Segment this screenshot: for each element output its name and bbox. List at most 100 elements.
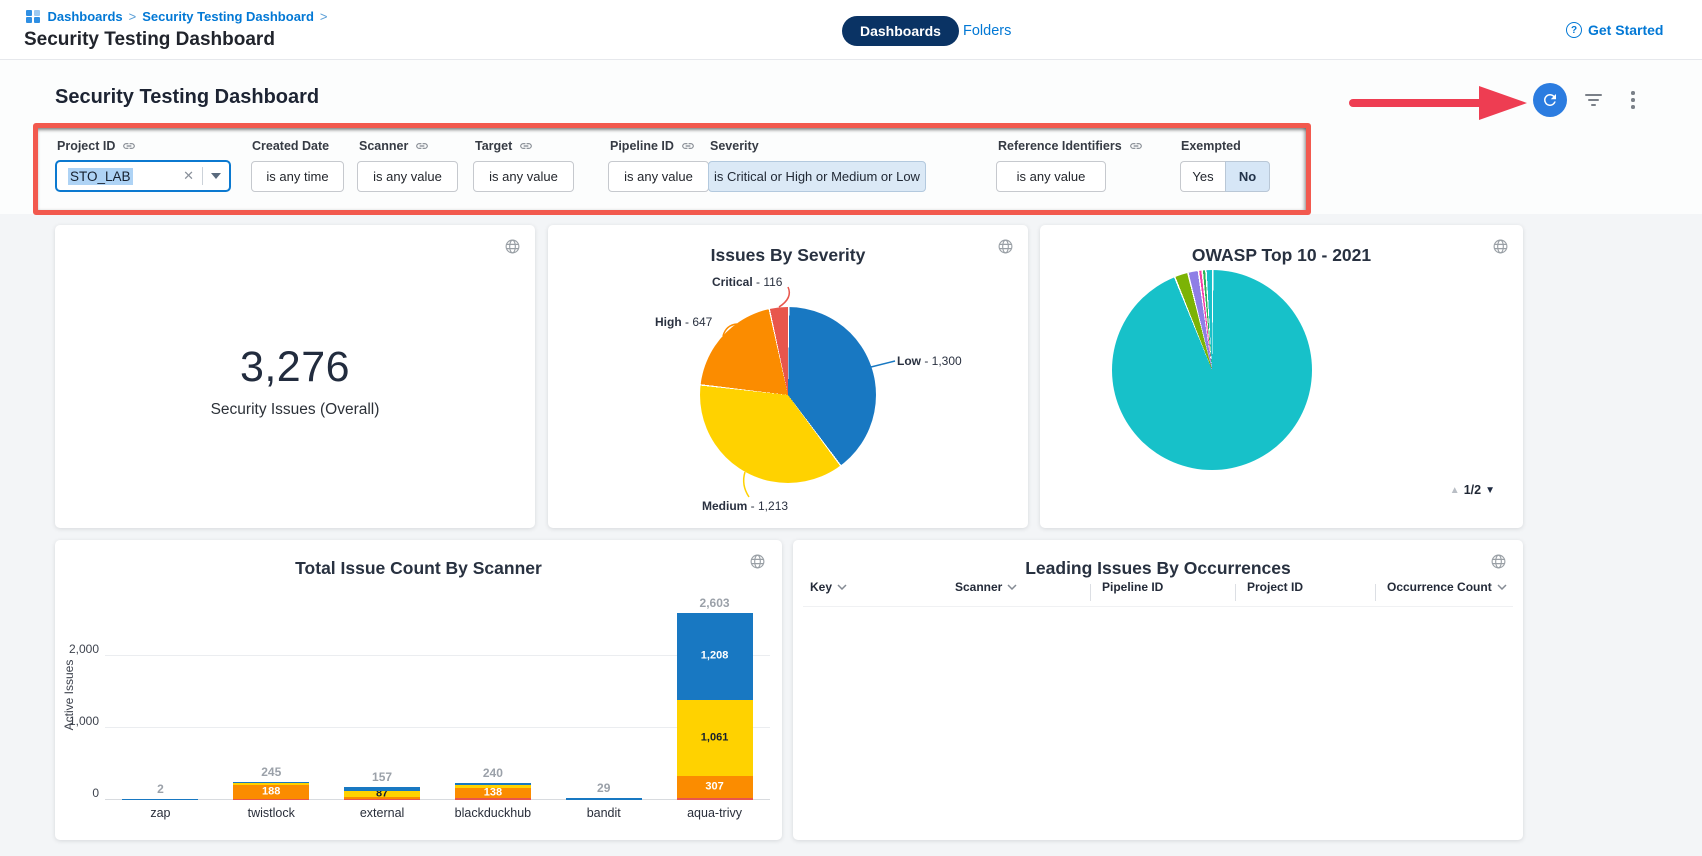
column-label: Pipeline ID: [1102, 580, 1163, 594]
bar-stack: 307 1,0611,208: [677, 613, 753, 800]
scanner-filter[interactable]: is any value: [357, 161, 458, 192]
y-tick: 2,000: [55, 642, 99, 656]
legend-pager: ▲ 1/2 ▼: [1450, 483, 1495, 497]
page-indicator: 1/2: [1464, 483, 1481, 497]
filter-label-text: Pipeline ID: [610, 139, 674, 153]
x-label: external: [327, 806, 438, 820]
bar-plot-area: 224518815787240138292,6033071,0611,208: [105, 588, 770, 800]
tab-folders[interactable]: Folders: [963, 23, 1011, 39]
filter-label-text: Scanner: [359, 139, 408, 153]
tile-title: Issues By Severity: [548, 245, 1028, 266]
bar-column-blackduckhub[interactable]: 240138: [437, 588, 548, 800]
exempted-toggle: Yes No: [1180, 161, 1270, 192]
column-label: Key: [810, 580, 832, 594]
column-label: Occurrence Count: [1387, 580, 1492, 594]
bar-column-external[interactable]: 157 87: [327, 588, 438, 800]
bar-column-aqua-trivy[interactable]: 2,603 307 1,0611,208: [659, 588, 770, 800]
filter-label-pipeline-id: Pipeline ID: [610, 139, 695, 153]
bar-segment-low[interactable]: [233, 782, 309, 783]
bar-segment-low[interactable]: [122, 799, 198, 800]
reference-identifiers-filter[interactable]: is any value: [996, 161, 1106, 192]
bar-segment-medium[interactable]: [233, 783, 309, 785]
bar-column-zap[interactable]: 2: [105, 588, 216, 800]
breadcrumb-dashboards-link[interactable]: Dashboards: [48, 9, 123, 24]
column-separator: [1235, 584, 1236, 601]
filter-label-exempted: Exempted: [1181, 139, 1241, 153]
target-filter[interactable]: is any value: [473, 161, 574, 192]
x-label: zap: [105, 806, 216, 820]
tile-leading-issues-by-occurrences: Leading Issues By Occurrences Key Scanne…: [793, 540, 1523, 840]
pipeline-id-filter[interactable]: is any value: [608, 161, 709, 192]
bar-segment-value: 307: [705, 782, 723, 793]
link-icon: [122, 139, 136, 153]
bar-column-bandit[interactable]: 29: [548, 588, 659, 800]
x-label: twistlock: [216, 806, 327, 820]
bar-segment-low[interactable]: [566, 798, 642, 800]
bar-column-twistlock[interactable]: 245188: [216, 588, 327, 800]
bar-total-label: 2,603: [700, 596, 730, 610]
tab-dashboards[interactable]: Dashboards: [842, 16, 959, 46]
sort-chevron-down-icon: [837, 584, 847, 590]
refresh-button[interactable]: [1533, 83, 1567, 117]
bar-segment-medium[interactable]: 1,061: [677, 700, 753, 776]
bar-segment-critical[interactable]: [677, 798, 753, 800]
filter-label-text: Created Date: [252, 139, 329, 153]
column-header-scanner[interactable]: Scanner: [955, 580, 1017, 594]
tile-owasp-top-10: OWASP Top 10 - 2021 ▲ 1/2 ▼: [1040, 225, 1523, 528]
link-icon: [519, 139, 533, 153]
filter-label-text: Target: [475, 139, 512, 153]
exempted-no-button[interactable]: No: [1225, 161, 1270, 192]
bar-total-label: 245: [261, 765, 281, 779]
tile-title: OWASP Top 10 - 2021: [1040, 245, 1523, 266]
overall-issues-caption: Security Issues (Overall): [55, 401, 535, 419]
project-id-value: STO_LAB: [68, 168, 133, 185]
x-label: blackduckhub: [437, 806, 548, 820]
explore-globe-icon[interactable]: [997, 238, 1014, 258]
link-icon: [1129, 139, 1143, 153]
filter-label-text: Reference Identifiers: [998, 139, 1122, 153]
severity-filter[interactable]: is Critical or High or Medium or Low: [708, 161, 926, 192]
explore-globe-icon[interactable]: [749, 553, 766, 573]
bar-segment-high[interactable]: 307: [677, 776, 753, 798]
owasp-pie[interactable]: [1112, 270, 1312, 470]
page-up-icon[interactable]: ▲: [1450, 485, 1460, 496]
overall-issues-value: 3,276: [55, 343, 535, 392]
bar-segment-low[interactable]: [344, 787, 420, 791]
tile-title: Total Issue Count By Scanner: [55, 558, 782, 579]
explore-globe-icon[interactable]: [1492, 238, 1509, 258]
page-down-icon[interactable]: ▼: [1485, 485, 1495, 496]
table-header-divider: [803, 606, 1513, 607]
project-id-filter-input[interactable]: STO_LAB ✕: [55, 160, 231, 192]
bar-segment-low[interactable]: 1,208: [677, 613, 753, 700]
dropdown-icon[interactable]: [203, 173, 229, 179]
explore-globe-icon[interactable]: [504, 238, 521, 258]
exempted-yes-button[interactable]: Yes: [1180, 161, 1225, 192]
get-started-link[interactable]: ? Get Started: [1566, 22, 1663, 38]
issues-by-severity-pie[interactable]: [700, 307, 876, 483]
created-date-filter[interactable]: is any time: [251, 161, 344, 192]
filter-label-text: Exempted: [1181, 139, 1241, 153]
top-header: Dashboards > Security Testing Dashboard …: [0, 0, 1702, 60]
clear-icon[interactable]: ✕: [183, 168, 194, 184]
filter-label-severity: Severity: [710, 139, 759, 153]
bar-segment-critical[interactable]: [233, 799, 309, 800]
bar-segment-high[interactable]: 188: [233, 785, 309, 799]
breadcrumb-separator: >: [320, 9, 328, 24]
column-header-occurrence-count[interactable]: Occurrence Count: [1387, 580, 1507, 594]
more-options-icon[interactable]: [1631, 91, 1635, 109]
column-header-project-id[interactable]: Project ID: [1247, 580, 1303, 594]
bar-segment-low[interactable]: [455, 783, 531, 785]
page-title: Security Testing Dashboard: [24, 29, 275, 51]
pie-label-low: Low - 1,300: [897, 354, 962, 368]
column-header-key[interactable]: Key: [810, 580, 847, 594]
dashboard-filter-icon[interactable]: [1584, 94, 1602, 109]
column-header-pipeline-id[interactable]: Pipeline ID: [1102, 580, 1163, 594]
bar-segment-medium[interactable]: 87: [344, 791, 420, 797]
bar-segment-high[interactable]: 138: [455, 788, 531, 798]
dashboard-title: Security Testing Dashboard: [55, 86, 319, 109]
breadcrumb-current-link[interactable]: Security Testing Dashboard: [142, 9, 314, 24]
bar-stack: 87: [344, 787, 420, 800]
bar-total-label: 157: [372, 770, 392, 784]
explore-globe-icon[interactable]: [1490, 553, 1507, 573]
bar-segment-medium[interactable]: [455, 785, 531, 788]
